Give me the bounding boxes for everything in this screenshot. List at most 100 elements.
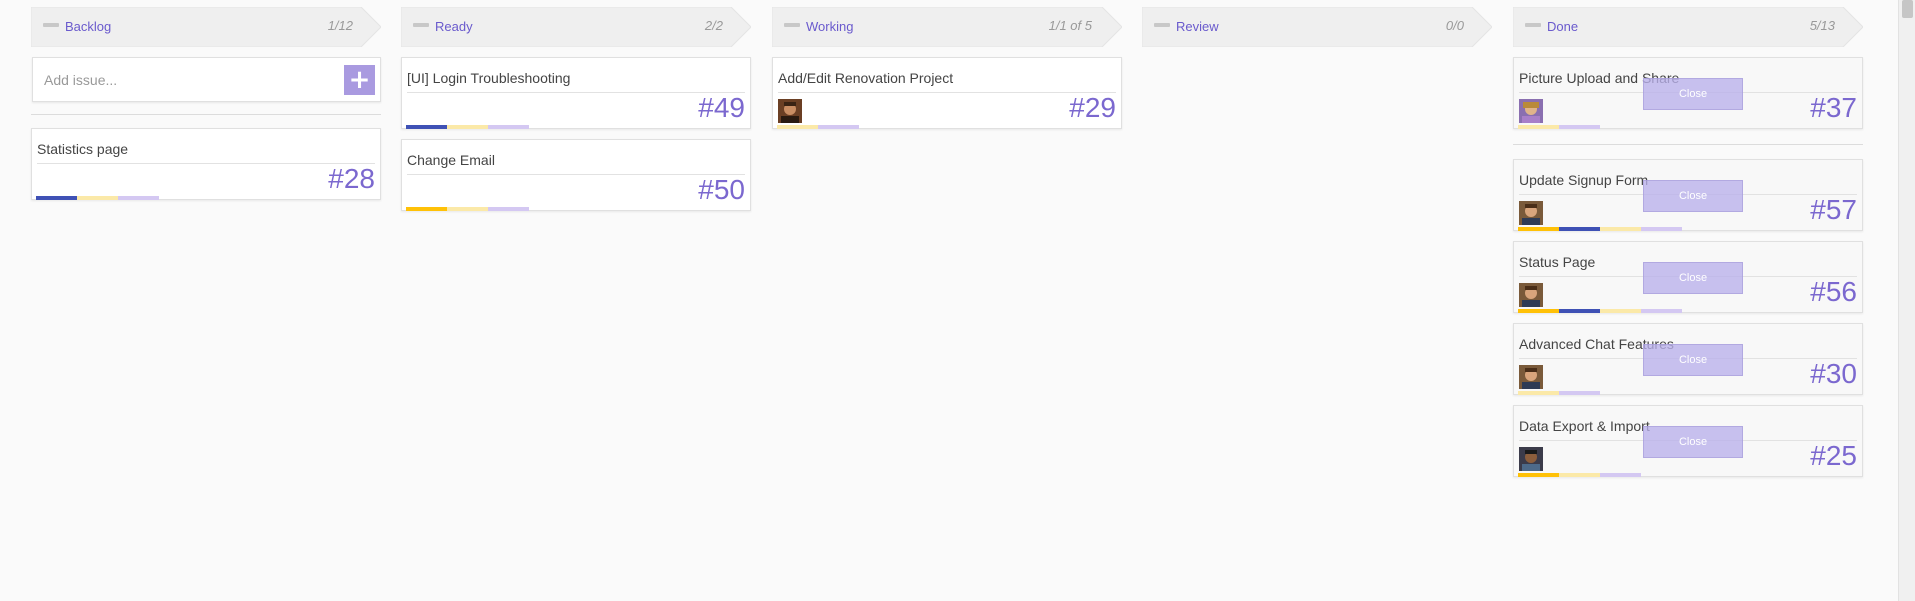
column-count: 0/0 [1445,18,1464,33]
collapse-minus-icon[interactable] [1525,23,1541,27]
status-bars [1518,227,1682,231]
issue-number[interactable]: #37 [1810,94,1857,122]
column-count: 2/2 [704,18,723,33]
status-bar-yellow [1559,473,1600,477]
issue-number[interactable]: #29 [1069,94,1116,122]
status-bars [1518,473,1641,477]
column-count: 1/1 of 5 [1048,18,1092,33]
collapse-minus-icon[interactable] [1154,23,1170,27]
column-header-review[interactable]: Review 0/0 [1142,7,1492,47]
issue-number[interactable]: #49 [698,94,745,122]
status-bars [406,125,529,129]
status-bar-blue [1559,227,1600,231]
column-count: 1/12 [327,18,353,33]
status-bar-orange [1518,309,1559,313]
status-bar-yellow [447,125,488,129]
column-title: Ready [435,19,473,34]
user-avatar-icon[interactable] [1519,447,1543,471]
column-title: Done [1547,19,1579,34]
issue-title: Update Signup Form [1519,172,1649,188]
issue-number[interactable]: #25 [1810,442,1857,470]
status-bars [36,196,159,200]
status-bar-lavender [488,207,529,211]
status-bar-lavender [1641,309,1682,313]
issue-card[interactable]: Data Export & Import #25 Close [1513,405,1863,477]
scrollbar-thumb[interactable] [1902,0,1913,18]
close-issue-button[interactable]: Close [1643,344,1743,376]
column-header-done[interactable]: Done 5/13 [1513,7,1863,47]
plus-icon: + [348,65,371,95]
add-issue-form: + [32,57,381,102]
issue-title: Statistics page [37,141,129,157]
status-bars [1518,309,1682,313]
card-divider [778,92,1116,93]
add-issue-input[interactable] [34,59,334,100]
column-header-working[interactable]: Working 1/1 of 5 [772,7,1122,47]
collapse-minus-icon[interactable] [43,23,59,27]
issue-title: Data Export & Import [1519,418,1650,434]
status-bar-yellow [447,207,488,211]
issue-number[interactable]: #57 [1810,196,1857,224]
card-divider [37,163,375,164]
close-issue-button[interactable]: Close [1643,180,1743,212]
issue-number[interactable]: #56 [1810,278,1857,306]
collapse-minus-icon[interactable] [413,23,429,27]
card-divider [407,92,745,93]
card-divider [407,174,745,175]
column-header-ready[interactable]: Ready 2/2 [401,7,751,47]
user-avatar-icon[interactable] [1519,365,1543,389]
user-avatar-icon[interactable] [1519,99,1543,123]
user-avatar-icon[interactable] [1519,283,1543,307]
issue-number[interactable]: #28 [328,165,375,193]
close-issue-button[interactable]: Close [1643,426,1743,458]
status-bars [406,207,529,211]
status-bar-yellow [1518,125,1559,129]
close-issue-button[interactable]: Close [1643,78,1743,110]
status-bar-blue [406,125,447,129]
status-bar-yellow [1600,227,1641,231]
status-bars [1518,125,1600,129]
status-bars [777,125,859,129]
status-bar-orange [1518,227,1559,231]
done-divider [1513,144,1863,145]
column-title: Backlog [65,19,112,34]
column-title: Working [806,19,854,34]
issue-card[interactable]: Update Signup Form #57 Close [1513,159,1863,231]
issue-number[interactable]: #30 [1810,360,1857,388]
status-bar-yellow [777,125,818,129]
status-bar-lavender [1559,125,1600,129]
column-count: 5/13 [1809,18,1835,33]
status-bar-blue [1559,309,1600,313]
close-issue-button[interactable]: Close [1643,262,1743,294]
issue-title: Status Page [1519,254,1596,270]
status-bar-orange [406,207,447,211]
issue-card[interactable]: Advanced Chat Features #30 Close [1513,323,1863,395]
status-bar-lavender [488,125,529,129]
issue-card[interactable]: Picture Upload and Share #37 Close [1513,57,1863,129]
status-bar-blue [36,196,77,200]
status-bar-yellow [1518,391,1559,395]
status-bar-lavender [818,125,859,129]
issue-title: Add/Edit Renovation Project [778,70,954,86]
status-bar-yellow [77,196,118,200]
backlog-divider [31,114,381,115]
vertical-scrollbar[interactable] [1898,0,1915,601]
issue-card[interactable]: Change Email #50 [401,139,751,211]
status-bar-lavender [1641,227,1682,231]
user-avatar-icon[interactable] [1519,201,1543,225]
issue-card[interactable]: Status Page #56 Close [1513,241,1863,313]
issue-title: [UI] Login Troubleshooting [407,70,571,86]
issue-card[interactable]: Add/Edit Renovation Project #29 [772,57,1122,129]
issue-number[interactable]: #50 [698,176,745,204]
issue-card[interactable]: Statistics page #28 [31,128,381,200]
issue-title: Change Email [407,152,495,168]
status-bar-lavender [1600,473,1641,477]
column-title: Review [1176,19,1219,34]
collapse-minus-icon[interactable] [784,23,800,27]
column-header-backlog[interactable]: Backlog 1/12 [31,7,381,47]
issue-card[interactable]: [UI] Login Troubleshooting #49 [401,57,751,129]
add-issue-button[interactable]: + [344,65,375,95]
status-bars [1518,391,1600,395]
user-avatar-icon[interactable] [778,99,802,123]
kanban-board: Backlog 1/12 Ready 2/2 Working 1/1 of 5 … [0,0,1915,601]
